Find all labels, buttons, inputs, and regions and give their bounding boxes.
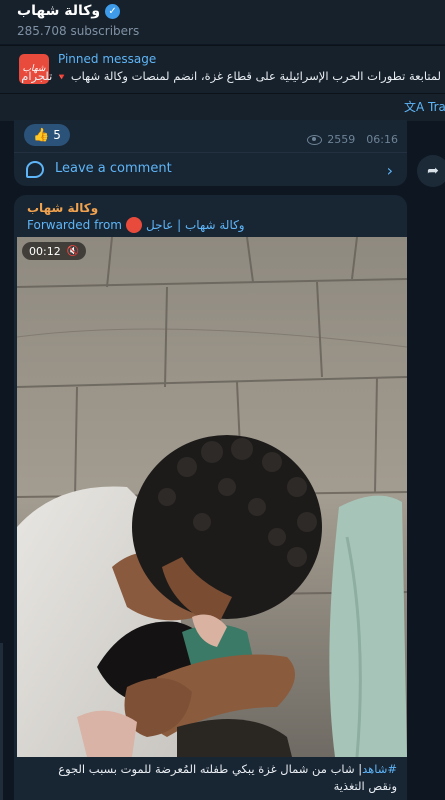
forwarded-prefix: Forwarded from (27, 218, 122, 232)
verified-icon: ✓ (105, 3, 121, 19)
channel-name: وكالة شهاب (17, 3, 101, 19)
pinned-text: لمتابعة تطورات الحرب الإسرائيلية على قطا… (21, 69, 441, 83)
message-caption: #شاهد| شاب من شمال غزة يبكي طفلته المُعر… (14, 757, 407, 800)
forwarded-avatar (126, 217, 142, 233)
reaction-chip[interactable]: 👍 5 (24, 124, 70, 146)
forwarded-source: وكالة شهاب | عاجل (146, 218, 245, 232)
comment-label: Leave a comment (55, 161, 172, 176)
share-icon: ➦ (427, 163, 439, 179)
channel-title[interactable]: وكالة شهاب ✓ (17, 3, 121, 19)
flag-icon: 🔻 (55, 73, 68, 83)
pinned-label: Pinned message (58, 52, 157, 66)
video-duration: 00:12 (29, 244, 61, 258)
message-meta: 2559 06:16 (307, 133, 398, 146)
leave-comment-button[interactable]: Leave a comment › (14, 153, 407, 186)
video-player[interactable]: 00:12 🔇 (17, 237, 407, 757)
message-time: 06:16 (366, 133, 398, 146)
video-message: وكالة شهاب Forwarded from وكالة شهاب | ع… (14, 195, 407, 800)
mute-icon[interactable]: 🔇 (67, 246, 79, 257)
scroll-edge (0, 643, 3, 800)
caption-body: | شاب من شمال غزة يبكي طفلته المُعرضة لل… (58, 762, 397, 793)
comment-icon (26, 161, 44, 178)
view-count: 2559 (327, 133, 356, 146)
subscriber-count: 285.708 subscribers (17, 24, 140, 38)
translate-icon: 文A (404, 100, 425, 114)
pinned-message-bar[interactable]: شهاب Pinned message لمتابعة تطورات الحرب… (0, 45, 445, 94)
forwarded-header[interactable]: Forwarded from وكالة شهاب | عاجل (27, 217, 245, 233)
previous-message: 👍 5 2559 06:16 Leave a comment › (14, 120, 407, 186)
share-button[interactable]: ➦ (417, 155, 445, 187)
video-frame (17, 237, 407, 757)
caption-text: #شاهد| شاب من شمال غزة يبكي طفلته المُعر… (27, 761, 397, 795)
translate-bar: 文A Tran (0, 93, 445, 121)
hashtag-link[interactable]: #شاهد (362, 762, 397, 776)
video-duration-badge[interactable]: 00:12 🔇 (22, 242, 87, 260)
channel-header[interactable]: وكالة شهاب ✓ 285.708 subscribers (0, 0, 445, 44)
translate-label: Tran (428, 100, 445, 114)
sender-name[interactable]: وكالة شهاب (27, 201, 98, 215)
translate-button[interactable]: 文A Tran (404, 98, 445, 115)
eye-icon (307, 134, 323, 145)
pinned-text-main: لمتابعة تطورات الحرب الإسرائيلية على قطا… (70, 69, 441, 83)
reaction-count: 5 (53, 128, 61, 142)
thumbs-up-icon: 👍 (33, 127, 50, 143)
pinned-text-suffix: تلجرام (21, 69, 53, 83)
chevron-right-icon: › (386, 161, 393, 180)
